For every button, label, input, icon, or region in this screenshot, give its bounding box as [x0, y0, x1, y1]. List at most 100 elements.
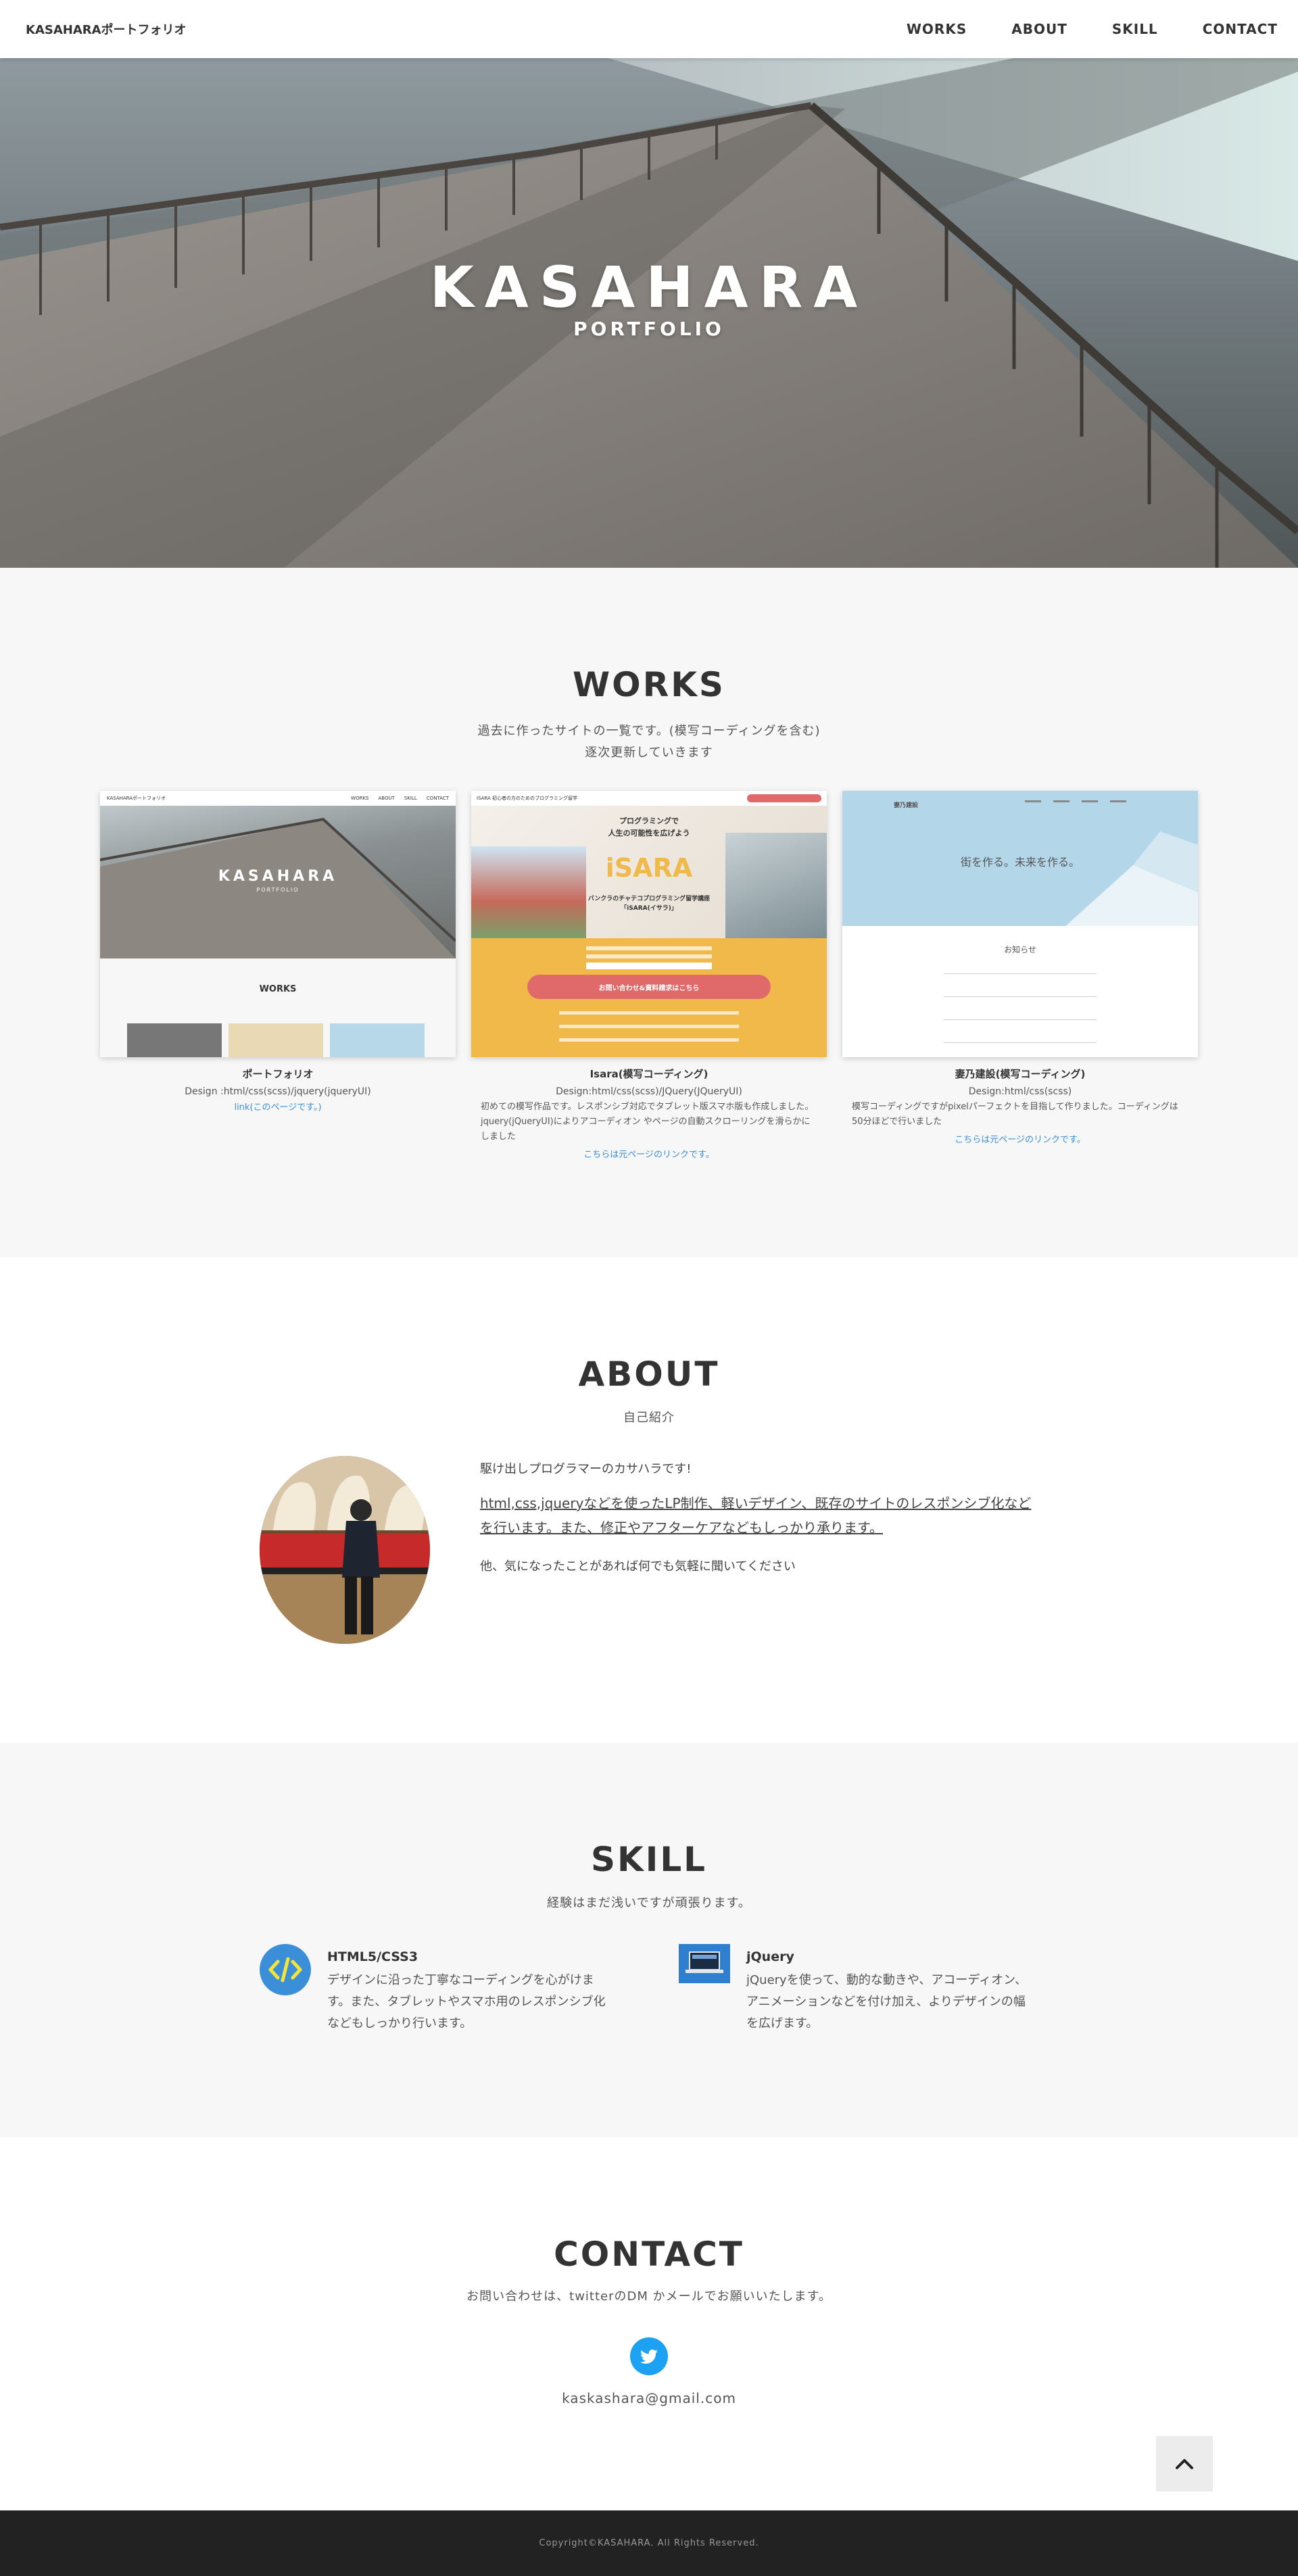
nav-works[interactable]: WORKS [907, 21, 967, 37]
work-tech: Design :html/css(scss)/jquery(jqueryUI) [185, 1086, 371, 1097]
skill-text: デザインに沿った丁寧なコーディングを心がけます。また、タブレットやスマホ用のレス… [327, 1973, 606, 2031]
works-desc-line2: 逐次更新していきます [585, 746, 713, 760]
work-link[interactable]: こちらは元ページのリンクです。 [471, 1147, 827, 1160]
work-name: Isara(模写コーディング) [590, 1068, 708, 1080]
thumb-hero-sub: PORTFOLIO [256, 887, 299, 893]
thumb-laptop-photo [725, 833, 827, 938]
thumb-tagline2: ｢iSARA(イサラ)｣ [623, 905, 675, 912]
contact-subtitle: お問い合わせは、twitterのDM かメールでお願いいたします。 [466, 2289, 832, 2304]
work-text: 初めての模写作品です。レスポンシブ対応でタブレット版スマホ版も作成しました。jq… [481, 1102, 814, 1142]
avatar [260, 1456, 430, 1644]
thumb-header: ISARA 初心者の方のためのプログラミング留学 [471, 791, 827, 806]
thumb-news: お知らせ [842, 926, 1198, 1057]
thumb-line [586, 946, 712, 950]
thumb-divider [944, 973, 1097, 974]
about-services: html,css,jqueryなどを使ったLP制作、軽いデザイン、既存のサイトの… [480, 1495, 1032, 1536]
site-logo[interactable]: KASAHARAポートフォリオ [26, 20, 187, 38]
back-to-top-button[interactable] [1156, 2436, 1213, 2492]
thumb-tagline1: バンクラのチャテコプログラミング留学講座 [587, 896, 711, 902]
work-card-portfolio: KASAHARAポートフォリオ WORKS ABOUT SKILL CONTAC… [100, 791, 456, 1113]
copyright: Copyright©KASAHARA. All Rights Reserved. [539, 2538, 759, 2548]
twitter-icon[interactable] [630, 2337, 668, 2375]
thumb-header: KASAHARAポートフォリオ WORKS ABOUT SKILL CONTAC… [100, 791, 456, 806]
about-title: ABOUT [578, 1355, 720, 1394]
work-tech: Design:html/css(scss) [968, 1086, 1072, 1097]
about-intro: 駆け出しプログラマーのカサハラです! [480, 1462, 692, 1476]
thumb-line [559, 1025, 739, 1028]
main-nav: WORKS ABOUT SKILL CONTACT [862, 21, 1278, 37]
about-note: 他、気になったことがあれば何でも気軽に聞いてください [480, 1559, 796, 1574]
thumb-hero-title: KASAHARA [218, 868, 338, 885]
jquery-icon [679, 1944, 730, 1995]
thumb-logo: KASAHARAポートフォリオ [107, 796, 166, 801]
thumb-card-3 [330, 1023, 425, 1057]
thumb-line [559, 1038, 739, 1042]
about-body: 駆け出しプログラマーのカサハラです! html,css,jqueryなどを使った… [480, 1457, 1041, 1579]
skill-section: SKILL 経験はまだ浅いですが頑張ります。 HTML5/CSS3 デザインに沿… [0, 1743, 1298, 2137]
skill-title: SKILL [590, 1840, 708, 1879]
thumb-hero: プログラミングで 人生の可能性を広げよう iSARA バンクラのチャテコプログラ… [471, 806, 827, 938]
thumb-hero-copy: 街を作る。未来を作る。 [960, 856, 1080, 869]
thumb-brand: iSARA [605, 853, 693, 883]
thumb-nav-contact: CONTACT [426, 796, 449, 801]
thumb-news-title: お知らせ [1004, 945, 1036, 954]
thumb-hero: KASAHARA PORTFOLIO [100, 806, 456, 958]
thumb-headline1: プログラミングで [619, 817, 679, 825]
nav-skill[interactable]: SKILL [1112, 21, 1158, 37]
hero-title: KASAHARA [429, 254, 869, 320]
skill-subtitle: 経験はまだ浅いですが頑張ります。 [547, 1896, 751, 1910]
thumb-line [586, 954, 712, 958]
chevron-up-icon [1176, 2459, 1193, 2469]
work-name: 妻乃建設(模写コーディング) [955, 1068, 1086, 1080]
thumb-orange-band: お問い合わせ&資料請求はこちら [471, 938, 827, 1057]
works-title: WORKS [573, 665, 725, 704]
thumb-line [559, 1011, 739, 1015]
site-footer: Copyright©KASAHARA. All Rights Reserved. [0, 2510, 1298, 2576]
hero-subtitle: PORTFOLIO [573, 318, 725, 340]
thumb-header-text: ISARA 初心者の方のためのプログラミング留学 [477, 796, 578, 801]
thumb-divider [944, 996, 1097, 997]
code-icon [260, 1944, 311, 1995]
contact-section: CONTACT お問い合わせは、twitterのDM かメールでお願いいたします… [0, 2137, 1298, 2510]
thumb-card-2 [229, 1023, 323, 1057]
skill-name: jQuery [746, 1949, 794, 1964]
thumb-nav-works: WORKS [351, 796, 369, 801]
site-header: KASAHARAポートフォリオ WORKS ABOUT SKILL CONTAC… [0, 0, 1298, 58]
contact-title: CONTACT [554, 2235, 744, 2274]
work-link[interactable]: こちらは元ページのリンクです。 [842, 1132, 1198, 1145]
nav-contact[interactable]: CONTACT [1203, 21, 1278, 37]
work-card-tsumano: 妻乃建設 街を作る。未来を作る。 お知らせ 妻乃建設(模写コーディング) Des… [842, 791, 1198, 1145]
thumb-card-1 [127, 1023, 222, 1057]
thumb-hero: 妻乃建設 街を作る。未来を作る。 [842, 791, 1198, 926]
works-desc: 過去に作ったサイトの一覧です。(模写コーディングを含む) 逐次更新していきます [0, 721, 1298, 764]
avatar-photo [260, 1456, 430, 1644]
thumb-nav: WORKS ABOUT SKILL CONTACT [351, 796, 449, 801]
work-thumb-isara[interactable]: ISARA 初心者の方のためのプログラミング留学 プログラミングで 人生の可能性… [471, 791, 827, 1057]
thumb-headline2: 人生の可能性を広げよう [608, 829, 690, 837]
thumb-cta: お問い合わせ&資料請求はこちら [527, 975, 771, 999]
hero: KASAHARA PORTFOLIO [0, 58, 1298, 568]
work-tech: Design:html/css(scss)/JQuery(JQueryUI) [556, 1086, 742, 1097]
thumb-line [586, 963, 712, 969]
about-section: ABOUT 自己紹介 駆け出しプログラマーのカサハラです! html,css,j… [0, 1257, 1298, 1743]
thumb-divider [944, 1019, 1097, 1020]
work-text: 模写コーディングですがpixelパーフェクトを目指して作りました。コーディングは… [852, 1102, 1178, 1127]
works-section: WORKS 過去に作ったサイトの一覧です。(模写コーディングを含む) 逐次更新し… [0, 568, 1298, 1257]
work-thumb-tsumano[interactable]: 妻乃建設 街を作る。未来を作る。 お知らせ [842, 791, 1198, 1057]
thumb-header-button [747, 794, 821, 802]
work-link[interactable]: link(このページです。) [100, 1100, 456, 1113]
skill-text: jQueryを使って、動的な動きや、アコーディオン、アニメーションなどを付け加え… [746, 1973, 1028, 2031]
thumb-nav-about: ABOUT [378, 796, 395, 801]
skill-name: HTML5/CSS3 [327, 1949, 418, 1964]
work-name: ポートフォリオ [242, 1068, 314, 1080]
thumb-nav-skill: SKILL [404, 796, 417, 801]
about-subtitle: 自己紹介 [623, 1411, 675, 1425]
nav-about[interactable]: ABOUT [1011, 21, 1067, 37]
work-card-isara: ISARA 初心者の方のためのプログラミング留学 プログラミングで 人生の可能性… [471, 791, 827, 1160]
thumb-works-title: WORKS [259, 984, 297, 994]
contact-email[interactable]: kaskashara@gmail.com [0, 2390, 1298, 2406]
thumb-works: WORKS [100, 958, 456, 1057]
works-desc-line1: 過去に作ったサイトの一覧です。(模写コーディングを含む) [477, 724, 821, 738]
work-thumb-portfolio[interactable]: KASAHARAポートフォリオ WORKS ABOUT SKILL CONTAC… [100, 791, 456, 1057]
thumb-divider [944, 1042, 1097, 1043]
